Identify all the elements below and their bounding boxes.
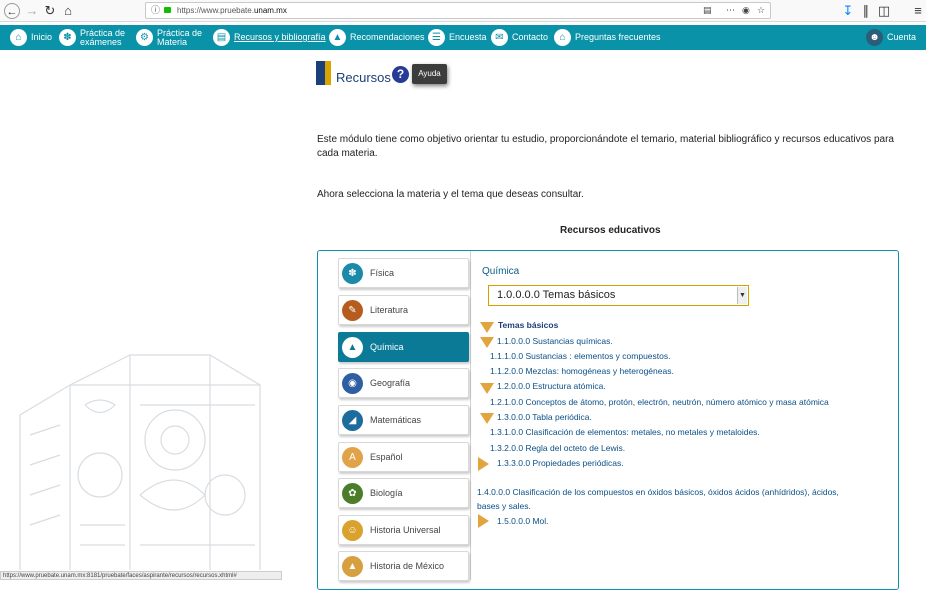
help-tooltip: Ayuda xyxy=(412,64,447,84)
books-icon: ▤ xyxy=(213,29,230,46)
title-accent-bar xyxy=(316,61,331,85)
atom-icon: ✽ xyxy=(342,262,363,284)
nav-practica-materia[interactable]: ⚙ Práctica de Materia xyxy=(136,25,202,50)
section-title: Recursos educativos xyxy=(560,225,661,236)
quill-icon: ✎ xyxy=(342,299,363,321)
collapsed-triangle-icon[interactable] xyxy=(478,514,489,528)
info-icon[interactable]: ⓘ xyxy=(151,3,160,18)
expanded-triangle-icon[interactable] xyxy=(480,383,494,394)
reader-view-icon[interactable]: ▤ xyxy=(703,3,712,18)
tree-item[interactable]: 1.3.3.0.0 Propiedades periódicas. xyxy=(497,458,624,468)
atom-icon: ✽ xyxy=(59,29,76,46)
forward-arrow-icon[interactable]: → xyxy=(24,3,40,19)
tree-item[interactable]: 1.3.1.0.0 Clasificación de elementos: me… xyxy=(490,427,760,437)
selected-subject-name: Química xyxy=(482,266,520,277)
nav-encuesta[interactable]: ☰ Encuesta xyxy=(428,25,487,50)
tree-item[interactable]: 1.4.0.0.0 Clasificación de los compuesto… xyxy=(477,487,839,497)
subject-historia-mexico[interactable]: ▲ Historia de México xyxy=(338,551,469,581)
select-instructions: Ahora selecciona la materia y el tema qu… xyxy=(317,189,584,200)
tree-item[interactable]: 1.2.0.0.0 Estructura atómica. xyxy=(497,381,606,391)
library-mural-illustration xyxy=(19,354,261,570)
page-title: Recursos xyxy=(336,70,391,85)
tree-item[interactable]: 1.1.0.0.0 Sustancias químicas. xyxy=(497,336,613,346)
sidebar-icon[interactable]: ◫ xyxy=(876,3,892,19)
subject-fisica[interactable]: ✽ Física xyxy=(338,258,469,288)
collapsed-triangle-icon[interactable] xyxy=(478,457,489,471)
url-text: https://www.pruebate.unam.mx xyxy=(177,6,287,15)
back-arrow-icon[interactable]: ← xyxy=(4,3,20,19)
nav-practica-examenes[interactable]: ✽ Práctica de exámenes xyxy=(59,25,125,50)
library-icon[interactable]: ∥ xyxy=(858,3,874,19)
menu-icon[interactable]: ≡ xyxy=(910,3,926,19)
expanded-triangle-icon[interactable] xyxy=(480,337,494,348)
expanded-triangle-icon[interactable] xyxy=(480,413,494,424)
main-navbar: ⌂ Inicio ✽ Práctica de exámenes ⚙ Práctic… xyxy=(0,25,926,50)
help-icon[interactable]: ? xyxy=(392,66,409,83)
panel-divider xyxy=(470,251,471,580)
globe-icon: ◉ xyxy=(342,372,363,394)
topic-select[interactable]: 1.0.0.0.0 Temas básicos ▼ xyxy=(488,285,749,306)
more-icon[interactable]: ⋯ xyxy=(726,3,735,18)
leaf-icon: ✿ xyxy=(342,482,363,504)
address-bar[interactable]: ⓘ https://www.pruebate.unam.mx ▤ ⋯ ◉ ☆ xyxy=(145,2,771,19)
nav-recomendaciones[interactable]: ▲ Recomendaciones xyxy=(329,25,425,50)
tree-item[interactable]: 1.1.2.0.0 Mezclas: homogéneas y heterogé… xyxy=(490,366,674,376)
letter-a-icon: A xyxy=(342,446,363,468)
subject-geografia[interactable]: ◉ Geografía xyxy=(338,368,469,398)
tree-item[interactable]: 1.3.0.0.0 Tabla periódica. xyxy=(497,412,592,422)
browser-status-bar: https://www.pruebate.unam.mx:8181/prueba… xyxy=(0,571,282,580)
house-icon: ⌂ xyxy=(554,29,571,46)
subject-espanol[interactable]: A Español xyxy=(338,442,469,472)
tree-item[interactable]: 1.5.0.0.0 Mol. xyxy=(497,516,549,526)
pocket-icon[interactable]: ◉ xyxy=(742,3,750,18)
nav-contacto[interactable]: ✉ Contacto xyxy=(491,25,548,50)
tree-item-continuation: bases y sales. xyxy=(477,501,531,511)
protractor-icon: ◢ xyxy=(342,409,363,431)
tree-item[interactable]: 1.2.1.0.0 Conceptos de átomo, protón, el… xyxy=(490,397,829,407)
subject-quimica[interactable]: ▲ Química xyxy=(338,332,469,362)
expanded-triangle-icon[interactable] xyxy=(480,322,494,333)
clipboard-icon: ☰ xyxy=(428,29,445,46)
browser-toolbar: ← → ↻ ⌂ ⓘ https://www.pruebate.unam.mx ▤… xyxy=(0,0,926,22)
thumbs-up-icon: ▲ xyxy=(329,29,346,46)
chevron-down-icon[interactable]: ▼ xyxy=(737,287,747,304)
nav-cuenta[interactable]: ☻ Cuenta xyxy=(866,25,916,50)
envelope-icon: ✉ xyxy=(491,29,508,46)
nav-preguntas[interactable]: ⌂ Preguntas frecuentes xyxy=(554,25,661,50)
tree-item[interactable]: 1.3.2.0.0 Regla del octeto de Lewis. xyxy=(490,443,625,453)
subject-literatura[interactable]: ✎ Literatura xyxy=(338,295,469,325)
pyramid-icon: ▲ xyxy=(342,555,363,577)
mask-icon: ☺ xyxy=(342,519,363,541)
download-icon[interactable]: ↧ xyxy=(840,3,856,19)
home-icon[interactable]: ⌂ xyxy=(60,3,76,19)
lock-icon xyxy=(164,7,171,13)
reload-icon[interactable]: ↻ xyxy=(42,3,58,19)
tree-item[interactable]: Temas básicos xyxy=(498,320,558,330)
nav-recursos[interactable]: ▤ Recursos y bibliografía xyxy=(213,25,326,50)
subject-historia-universal[interactable]: ☺ Historia Universal xyxy=(338,515,469,545)
home-icon: ⌂ xyxy=(10,29,27,46)
subject-matematicas[interactable]: ◢ Matemáticas xyxy=(338,405,469,435)
user-avatar-icon: ☻ xyxy=(866,29,883,46)
subject-biologia[interactable]: ✿ Biología xyxy=(338,478,469,508)
tree-item[interactable]: 1.1.1.0.0 Sustancias : elementos y compu… xyxy=(490,351,671,361)
flask-icon: ▲ xyxy=(342,336,363,358)
gear-icon: ⚙ xyxy=(136,29,153,46)
bookmark-star-icon[interactable]: ☆ xyxy=(757,3,765,18)
intro-text: Este módulo tiene como objetivo orientar… xyxy=(317,134,894,159)
nav-inicio[interactable]: ⌂ Inicio xyxy=(10,25,52,50)
